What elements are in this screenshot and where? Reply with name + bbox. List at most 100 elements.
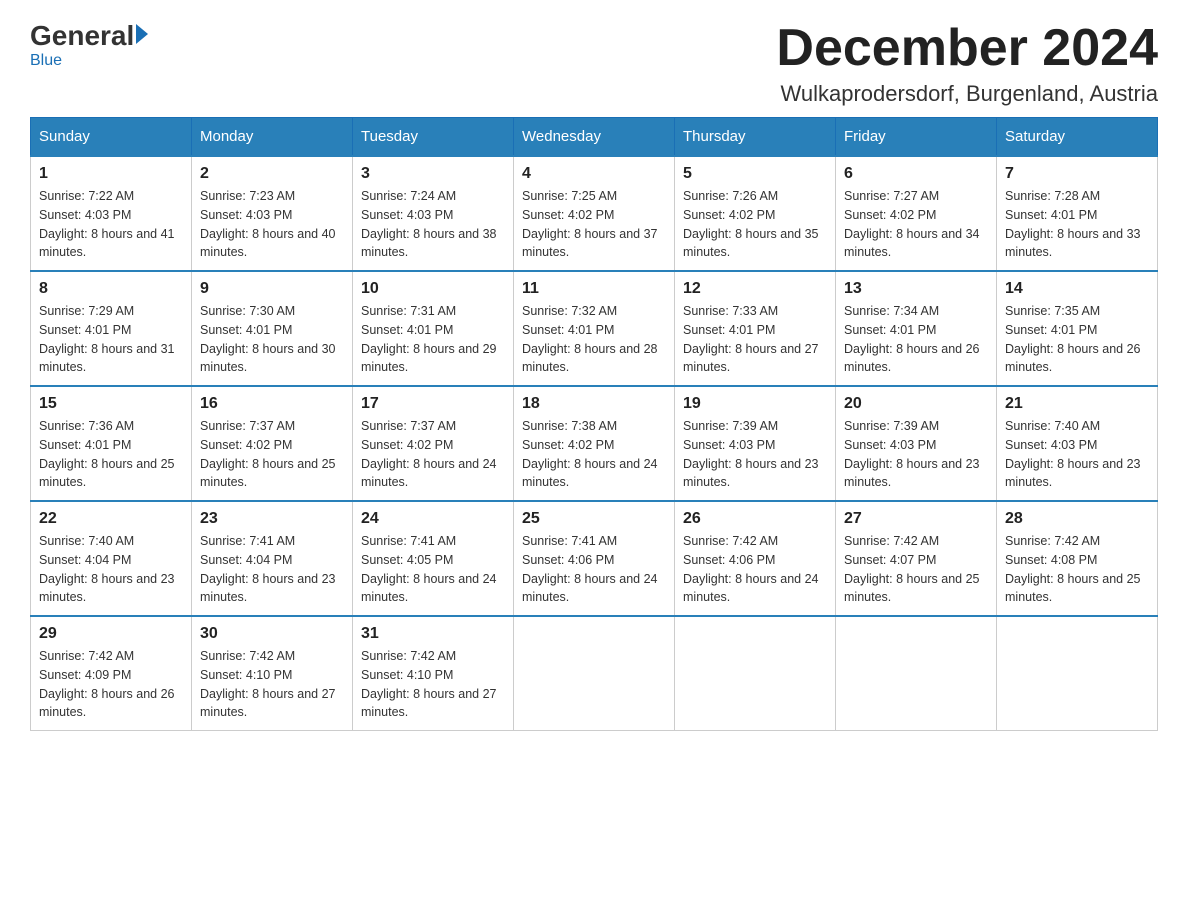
day-number: 10: [361, 280, 505, 298]
day-number: 27: [844, 510, 988, 528]
weekday-header-saturday: Saturday: [997, 118, 1158, 157]
day-info: Sunrise: 7:42 AMSunset: 4:06 PMDaylight:…: [683, 532, 827, 607]
calendar-week-row: 8 Sunrise: 7:29 AMSunset: 4:01 PMDaylight…: [31, 271, 1158, 386]
month-title: December 2024: [776, 20, 1158, 77]
calendar-header-row: SundayMondayTuesdayWednesdayThursdayFrid…: [31, 118, 1158, 157]
day-info: Sunrise: 7:24 AMSunset: 4:03 PMDaylight:…: [361, 187, 505, 262]
calendar-day-cell: 24 Sunrise: 7:41 AMSunset: 4:05 PMDayligh…: [353, 501, 514, 616]
day-number: 1: [39, 165, 183, 183]
calendar-table: SundayMondayTuesdayWednesdayThursdayFrid…: [30, 117, 1158, 731]
day-number: 2: [200, 165, 344, 183]
day-number: 12: [683, 280, 827, 298]
weekday-header-sunday: Sunday: [31, 118, 192, 157]
logo-general-text: General: [30, 20, 134, 52]
calendar-week-row: 22Sunrise: 7:40 AMSunset: 4:04 PMDayligh…: [31, 501, 1158, 616]
calendar-day-cell: 10 Sunrise: 7:31 AMSunset: 4:01 PMDayligh…: [353, 271, 514, 386]
calendar-day-cell: 9 Sunrise: 7:30 AMSunset: 4:01 PMDaylight…: [192, 271, 353, 386]
day-number: 8: [39, 280, 183, 298]
calendar-empty-cell: [997, 616, 1158, 731]
title-section: December 2024 Wulkaprodersdorf, Burgenla…: [776, 20, 1158, 107]
day-number: 7: [1005, 165, 1149, 183]
day-number: 31: [361, 625, 505, 643]
day-info: Sunrise: 7:39 AMSunset: 4:03 PMDaylight:…: [683, 417, 827, 492]
calendar-day-cell: 18 Sunrise: 7:38 AMSunset: 4:02 PMDayligh…: [514, 386, 675, 501]
day-number: 30: [200, 625, 344, 643]
calendar-day-cell: 15 Sunrise: 7:36 AMSunset: 4:01 PMDayligh…: [31, 386, 192, 501]
day-info: Sunrise: 7:26 AMSunset: 4:02 PMDaylight:…: [683, 187, 827, 262]
day-info: Sunrise: 7:30 AMSunset: 4:01 PMDaylight:…: [200, 302, 344, 377]
calendar-day-cell: 28 Sunrise: 7:42 AMSunset: 4:08 PMDayligh…: [997, 501, 1158, 616]
calendar-empty-cell: [675, 616, 836, 731]
calendar-day-cell: 14 Sunrise: 7:35 AMSunset: 4:01 PMDayligh…: [997, 271, 1158, 386]
day-number: 16: [200, 395, 344, 413]
calendar-day-cell: 13Sunrise: 7:34 AMSunset: 4:01 PMDayligh…: [836, 271, 997, 386]
day-number: 3: [361, 165, 505, 183]
calendar-day-cell: 3 Sunrise: 7:24 AMSunset: 4:03 PMDaylight…: [353, 156, 514, 271]
calendar-empty-cell: [514, 616, 675, 731]
calendar-day-cell: 4 Sunrise: 7:25 AMSunset: 4:02 PMDaylight…: [514, 156, 675, 271]
day-number: 21: [1005, 395, 1149, 413]
calendar-day-cell: 22Sunrise: 7:40 AMSunset: 4:04 PMDayligh…: [31, 501, 192, 616]
day-number: 19: [683, 395, 827, 413]
calendar-week-row: 15 Sunrise: 7:36 AMSunset: 4:01 PMDayligh…: [31, 386, 1158, 501]
day-number: 26: [683, 510, 827, 528]
calendar-day-cell: 30Sunrise: 7:42 AMSunset: 4:10 PMDayligh…: [192, 616, 353, 731]
day-number: 29: [39, 625, 183, 643]
day-number: 24: [361, 510, 505, 528]
day-number: 28: [1005, 510, 1149, 528]
day-number: 14: [1005, 280, 1149, 298]
calendar-day-cell: 7 Sunrise: 7:28 AMSunset: 4:01 PMDaylight…: [997, 156, 1158, 271]
weekday-header-monday: Monday: [192, 118, 353, 157]
day-info: Sunrise: 7:38 AMSunset: 4:02 PMDaylight:…: [522, 417, 666, 492]
day-info: Sunrise: 7:39 AMSunset: 4:03 PMDaylight:…: [844, 417, 988, 492]
calendar-day-cell: 23Sunrise: 7:41 AMSunset: 4:04 PMDayligh…: [192, 501, 353, 616]
calendar-day-cell: 12 Sunrise: 7:33 AMSunset: 4:01 PMDayligh…: [675, 271, 836, 386]
calendar-day-cell: 2Sunrise: 7:23 AMSunset: 4:03 PMDaylight…: [192, 156, 353, 271]
day-number: 18: [522, 395, 666, 413]
calendar-empty-cell: [836, 616, 997, 731]
day-info: Sunrise: 7:41 AMSunset: 4:06 PMDaylight:…: [522, 532, 666, 607]
day-info: Sunrise: 7:27 AMSunset: 4:02 PMDaylight:…: [844, 187, 988, 262]
day-info: Sunrise: 7:41 AMSunset: 4:04 PMDaylight:…: [200, 532, 344, 607]
calendar-day-cell: 8 Sunrise: 7:29 AMSunset: 4:01 PMDaylight…: [31, 271, 192, 386]
calendar-day-cell: 29Sunrise: 7:42 AMSunset: 4:09 PMDayligh…: [31, 616, 192, 731]
day-number: 6: [844, 165, 988, 183]
calendar-day-cell: 17Sunrise: 7:37 AMSunset: 4:02 PMDayligh…: [353, 386, 514, 501]
day-info: Sunrise: 7:42 AMSunset: 4:10 PMDaylight:…: [361, 647, 505, 722]
day-info: Sunrise: 7:29 AMSunset: 4:01 PMDaylight:…: [39, 302, 183, 377]
day-info: Sunrise: 7:42 AMSunset: 4:08 PMDaylight:…: [1005, 532, 1149, 607]
location-subtitle: Wulkaprodersdorf, Burgenland, Austria: [776, 81, 1158, 107]
weekday-header-wednesday: Wednesday: [514, 118, 675, 157]
day-number: 5: [683, 165, 827, 183]
day-info: Sunrise: 7:31 AMSunset: 4:01 PMDaylight:…: [361, 302, 505, 377]
day-number: 15: [39, 395, 183, 413]
day-info: Sunrise: 7:40 AMSunset: 4:03 PMDaylight:…: [1005, 417, 1149, 492]
calendar-week-row: 1 Sunrise: 7:22 AMSunset: 4:03 PMDaylight…: [31, 156, 1158, 271]
calendar-day-cell: 11 Sunrise: 7:32 AMSunset: 4:01 PMDayligh…: [514, 271, 675, 386]
logo-blue-text: Blue: [30, 52, 62, 70]
day-info: Sunrise: 7:32 AMSunset: 4:01 PMDaylight:…: [522, 302, 666, 377]
day-info: Sunrise: 7:22 AMSunset: 4:03 PMDaylight:…: [39, 187, 183, 262]
day-info: Sunrise: 7:33 AMSunset: 4:01 PMDaylight:…: [683, 302, 827, 377]
day-info: Sunrise: 7:34 AMSunset: 4:01 PMDaylight:…: [844, 302, 988, 377]
calendar-day-cell: 26 Sunrise: 7:42 AMSunset: 4:06 PMDayligh…: [675, 501, 836, 616]
day-info: Sunrise: 7:28 AMSunset: 4:01 PMDaylight:…: [1005, 187, 1149, 262]
day-number: 11: [522, 280, 666, 298]
day-number: 20: [844, 395, 988, 413]
calendar-day-cell: 20 Sunrise: 7:39 AMSunset: 4:03 PMDayligh…: [836, 386, 997, 501]
calendar-day-cell: 16Sunrise: 7:37 AMSunset: 4:02 PMDayligh…: [192, 386, 353, 501]
calendar-day-cell: 19 Sunrise: 7:39 AMSunset: 4:03 PMDayligh…: [675, 386, 836, 501]
day-info: Sunrise: 7:41 AMSunset: 4:05 PMDaylight:…: [361, 532, 505, 607]
calendar-week-row: 29Sunrise: 7:42 AMSunset: 4:09 PMDayligh…: [31, 616, 1158, 731]
logo-arrow-icon: [136, 24, 148, 44]
weekday-header-thursday: Thursday: [675, 118, 836, 157]
calendar-day-cell: 1 Sunrise: 7:22 AMSunset: 4:03 PMDaylight…: [31, 156, 192, 271]
day-number: 22: [39, 510, 183, 528]
day-number: 4: [522, 165, 666, 183]
day-info: Sunrise: 7:25 AMSunset: 4:02 PMDaylight:…: [522, 187, 666, 262]
day-number: 9: [200, 280, 344, 298]
day-info: Sunrise: 7:36 AMSunset: 4:01 PMDaylight:…: [39, 417, 183, 492]
page-header: General Blue December 2024 Wulkaprodersd…: [30, 20, 1158, 107]
weekday-header-tuesday: Tuesday: [353, 118, 514, 157]
day-info: Sunrise: 7:35 AMSunset: 4:01 PMDaylight:…: [1005, 302, 1149, 377]
